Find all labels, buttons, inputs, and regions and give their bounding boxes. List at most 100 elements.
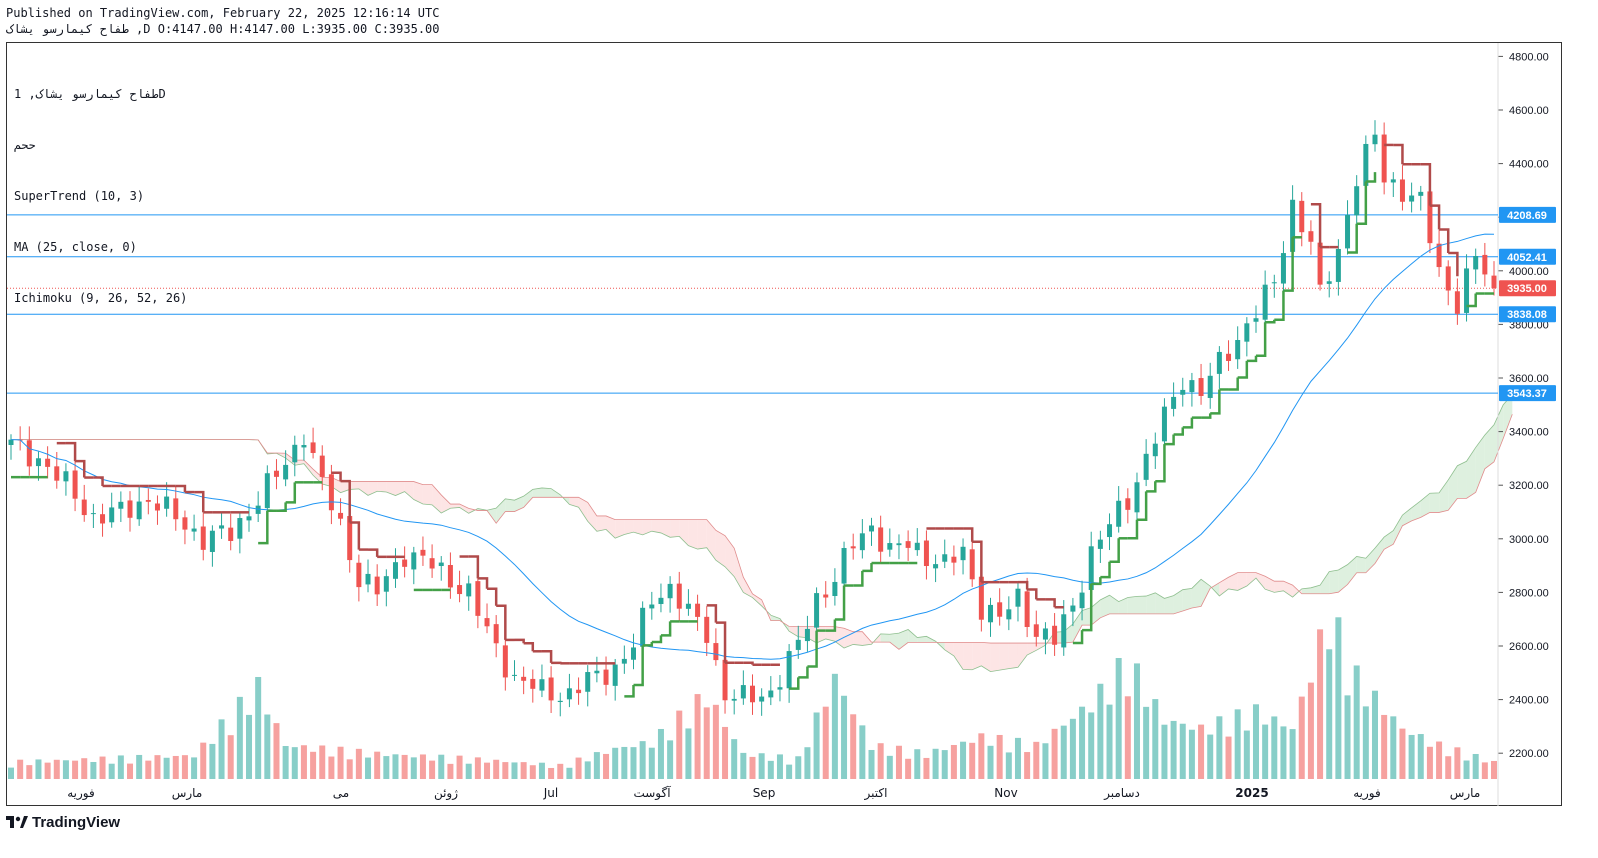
volume-bar xyxy=(612,747,619,779)
candle-body xyxy=(26,440,32,467)
candle-body xyxy=(127,500,133,518)
volume-bar xyxy=(392,754,399,779)
volume-bar xyxy=(1106,704,1113,779)
ichimoku-cloud-segment xyxy=(1365,548,1375,573)
volume-bar xyxy=(438,754,445,779)
supertrend-segment xyxy=(468,555,480,579)
candle-body xyxy=(1335,248,1341,282)
volume-bar xyxy=(767,760,774,779)
ichimoku-cloud-segment xyxy=(981,642,991,672)
volume-bar xyxy=(1399,728,1406,779)
x-tick-label: دسامبر xyxy=(1103,786,1140,801)
volume-bar xyxy=(538,762,545,779)
candle-body xyxy=(869,525,875,532)
candle-body xyxy=(676,583,682,609)
legend-ichimoku[interactable]: Ichimoku (9, 26, 52, 26) xyxy=(14,290,187,307)
ichimoku-cloud-segment xyxy=(1255,572,1266,590)
volume-bar xyxy=(1024,752,1031,779)
candle-body xyxy=(557,700,563,703)
candle-body xyxy=(164,496,170,509)
candle-body xyxy=(640,607,646,647)
supertrend-segment xyxy=(1237,360,1249,379)
volume-bar xyxy=(639,741,646,779)
volume-bar xyxy=(1088,712,1095,779)
candle-body xyxy=(896,543,902,546)
supertrend-segment xyxy=(1017,580,1029,590)
volume-bar xyxy=(1115,658,1122,779)
supertrend-segment xyxy=(1045,598,1056,608)
volume-bar xyxy=(841,695,848,779)
volume-bar xyxy=(804,747,811,779)
supertrend-segment xyxy=(1173,427,1184,436)
supertrend-segment xyxy=(1201,413,1212,419)
candle-body xyxy=(209,530,215,552)
candle-body xyxy=(530,678,536,689)
volume-bar xyxy=(685,728,692,779)
volume-bar xyxy=(1060,725,1067,779)
volume-bar xyxy=(950,744,957,779)
candle-body xyxy=(365,573,371,585)
volume-bar xyxy=(200,742,207,779)
candle-body xyxy=(1317,242,1323,285)
legend-symbol[interactable]: طفاح کیمارسو یشاک, 1D xyxy=(14,86,187,103)
tradingview-logo[interactable]: TradingView xyxy=(6,814,120,831)
volume-bar xyxy=(1353,665,1360,779)
y-tick-label: 2600.00 xyxy=(1509,641,1549,653)
legend-exchange: ححم xyxy=(14,138,36,152)
volume-bar xyxy=(1326,649,1333,779)
price-chart[interactable]: 4800.004600.004400.004200.004000.003800.… xyxy=(0,0,1598,858)
legend-supertrend[interactable]: SuperTrend (10, 3) xyxy=(14,188,187,205)
ichimoku-cloud-segment xyxy=(587,502,597,532)
x-tick-label: Nov xyxy=(994,786,1017,800)
supertrend-segment xyxy=(1109,538,1120,563)
ichimoku-cloud-segment xyxy=(953,642,964,670)
candle-body xyxy=(750,685,755,703)
supertrend-segment xyxy=(1265,319,1276,324)
volume-bar xyxy=(1371,690,1378,779)
volume-bar xyxy=(236,696,243,779)
volume-bar xyxy=(209,743,216,779)
volume-bar xyxy=(1207,734,1214,779)
candle-body xyxy=(795,639,801,650)
volume-bar xyxy=(355,748,362,779)
volume-bar xyxy=(44,762,51,779)
legend-ma[interactable]: MA (25, close, 0) xyxy=(14,239,187,256)
level-badge-label: 4208.69 xyxy=(1507,210,1547,222)
candle-body xyxy=(273,470,279,477)
candle-body xyxy=(420,549,426,556)
volume-bar xyxy=(548,767,555,779)
volume-bar xyxy=(328,756,335,779)
supertrend-segment xyxy=(743,661,754,665)
volume-bar xyxy=(1317,629,1324,779)
candle-body xyxy=(1299,200,1305,233)
candle-body xyxy=(237,518,243,539)
candle-body xyxy=(1042,628,1048,640)
candle-body xyxy=(310,442,316,453)
volume-bar xyxy=(850,714,857,779)
supertrend-segment xyxy=(285,482,297,504)
x-tick-label: اکتبر xyxy=(864,786,888,801)
candle-body xyxy=(1454,291,1460,314)
candle-body xyxy=(933,564,939,569)
volume-bar xyxy=(154,755,161,779)
candle-body xyxy=(1473,255,1479,270)
volume-bar xyxy=(456,755,463,779)
candle-body xyxy=(45,458,51,467)
x-tick-label: 2025 xyxy=(1235,786,1268,800)
volume-bar xyxy=(447,763,454,779)
y-tick-label: 2800.00 xyxy=(1509,587,1549,599)
volume-bar xyxy=(822,706,829,779)
y-tick-label: 4800.00 xyxy=(1509,51,1549,63)
tradingview-logo-icon xyxy=(6,815,28,830)
volume-bar xyxy=(1280,726,1287,779)
volume-bar xyxy=(346,759,353,779)
volume-bar xyxy=(511,762,518,779)
volume-bar xyxy=(72,760,79,779)
volume-bar xyxy=(1124,696,1131,779)
supertrend-segment xyxy=(1228,377,1239,391)
volume-bar xyxy=(776,754,783,779)
candle-body xyxy=(1372,134,1378,145)
volume-bar xyxy=(484,762,491,779)
candle-body xyxy=(942,554,948,562)
volume-bar xyxy=(575,757,582,779)
